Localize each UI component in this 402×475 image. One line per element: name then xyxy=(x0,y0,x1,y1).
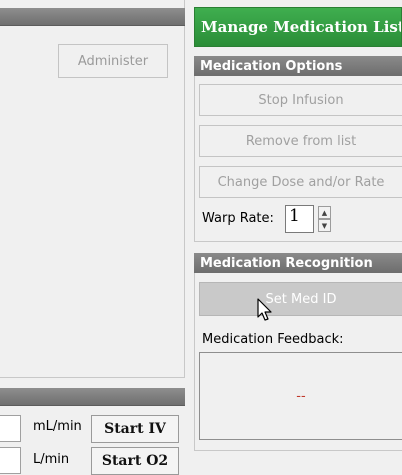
warp-rate-label: Warp Rate: xyxy=(202,211,274,226)
medication-feedback-value: -- xyxy=(296,388,306,404)
medication-feedback-box: -- xyxy=(199,352,402,440)
stop-infusion-button[interactable]: Stop Infusion xyxy=(199,84,402,116)
mouse-cursor-icon xyxy=(257,298,272,321)
remove-from-list-button[interactable]: Remove from list xyxy=(199,125,402,157)
set-med-id-button[interactable]: Set Med ID xyxy=(199,282,402,316)
o2-rate-input[interactable] xyxy=(0,447,21,474)
medication-recognition-header: Medication Recognition xyxy=(194,253,402,273)
change-dose-button[interactable]: Change Dose and/or Rate xyxy=(199,166,402,198)
medication-options-header: Medication Options xyxy=(194,56,402,76)
administer-button[interactable]: Administer xyxy=(58,44,168,78)
warp-rate-input[interactable]: 1 xyxy=(285,205,314,233)
o2-unit-label: L/min xyxy=(33,452,70,467)
spin-up-icon[interactable]: ▲ xyxy=(318,206,331,219)
manage-medication-list-button[interactable]: Manage Medication List xyxy=(194,7,402,47)
iv-unit-label: mL/min xyxy=(33,419,82,434)
left-panel-header xyxy=(0,8,185,26)
infusion-panel-header xyxy=(0,388,185,406)
start-iv-button[interactable]: Start IV xyxy=(91,415,179,443)
medication-feedback-label: Medication Feedback: xyxy=(202,332,344,347)
start-o2-button[interactable]: Start O2 xyxy=(91,447,179,475)
iv-rate-input[interactable] xyxy=(0,415,21,442)
spin-down-icon[interactable]: ▼ xyxy=(318,219,331,232)
